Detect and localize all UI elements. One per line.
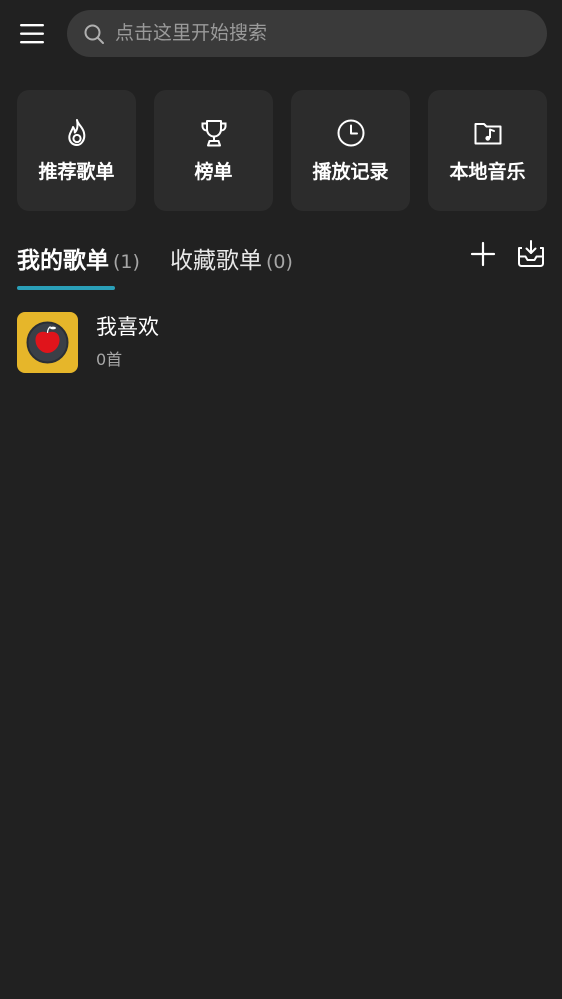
tab-collected-playlists[interactable]: 收藏歌单 (0) <box>170 244 293 279</box>
quick-link-recommended[interactable]: 推荐歌单 <box>17 90 136 211</box>
search-bar[interactable]: 点击这里开始搜索 <box>67 10 547 57</box>
tab-label: 我的歌单 <box>17 248 109 274</box>
inbox-download-icon <box>518 240 544 267</box>
trophy-icon <box>201 120 227 147</box>
quick-link-label: 推荐歌单 <box>38 161 115 183</box>
quick-link-label: 播放记录 <box>312 161 389 183</box>
playlist-title: 我喜欢 <box>96 315 159 339</box>
top-bar: 点击这里开始搜索 <box>0 0 562 66</box>
playlist-cover <box>17 312 78 373</box>
menu-button[interactable] <box>18 20 48 48</box>
quick-link-label: 榜单 <box>194 161 233 183</box>
clock-icon <box>337 119 365 147</box>
quick-links: 推荐歌单 榜单 播放记录 本地音乐 <box>17 90 547 211</box>
search-icon <box>84 24 104 44</box>
plus-icon <box>470 241 496 267</box>
playlist-item-liked[interactable]: 我喜欢 0首 <box>17 312 547 374</box>
music-folder-icon <box>474 123 502 145</box>
add-playlist-button[interactable] <box>469 240 497 268</box>
flame-icon <box>68 119 86 146</box>
menu-icon <box>20 24 44 44</box>
tab-my-playlists[interactable]: 我的歌单 (1) <box>17 244 140 279</box>
search-input[interactable]: 点击这里开始搜索 <box>115 21 267 45</box>
quick-link-history[interactable]: 播放记录 <box>291 90 410 211</box>
quick-link-charts[interactable]: 榜单 <box>154 90 273 211</box>
quick-link-label: 本地音乐 <box>449 161 526 183</box>
tab-count: (0) <box>266 251 293 273</box>
tab-label: 收藏歌单 <box>170 248 262 274</box>
apple-record-icon <box>26 321 69 364</box>
tab-count: (1) <box>113 251 140 273</box>
active-tab-indicator <box>17 286 115 290</box>
quick-link-local-music[interactable]: 本地音乐 <box>428 90 547 211</box>
playlist-song-count: 0首 <box>96 350 123 369</box>
playlist-tabs: 我的歌单 (1) 收藏歌单 (0) <box>17 236 547 296</box>
import-playlist-button[interactable] <box>515 238 547 270</box>
